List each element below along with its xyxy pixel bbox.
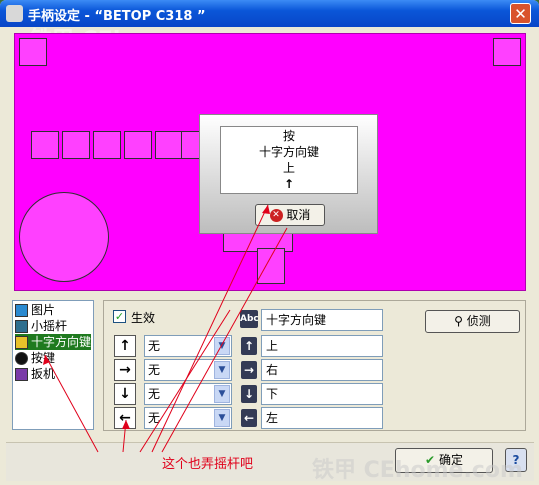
arrowhead-popup xyxy=(262,205,270,214)
arrowhead-list xyxy=(43,355,50,365)
annotation-arrows xyxy=(43,204,288,453)
annotation-line-cancel xyxy=(161,227,288,453)
annotation-line-popup xyxy=(151,204,269,453)
arrowhead-left xyxy=(122,420,130,429)
annotation-line-list xyxy=(44,354,99,453)
